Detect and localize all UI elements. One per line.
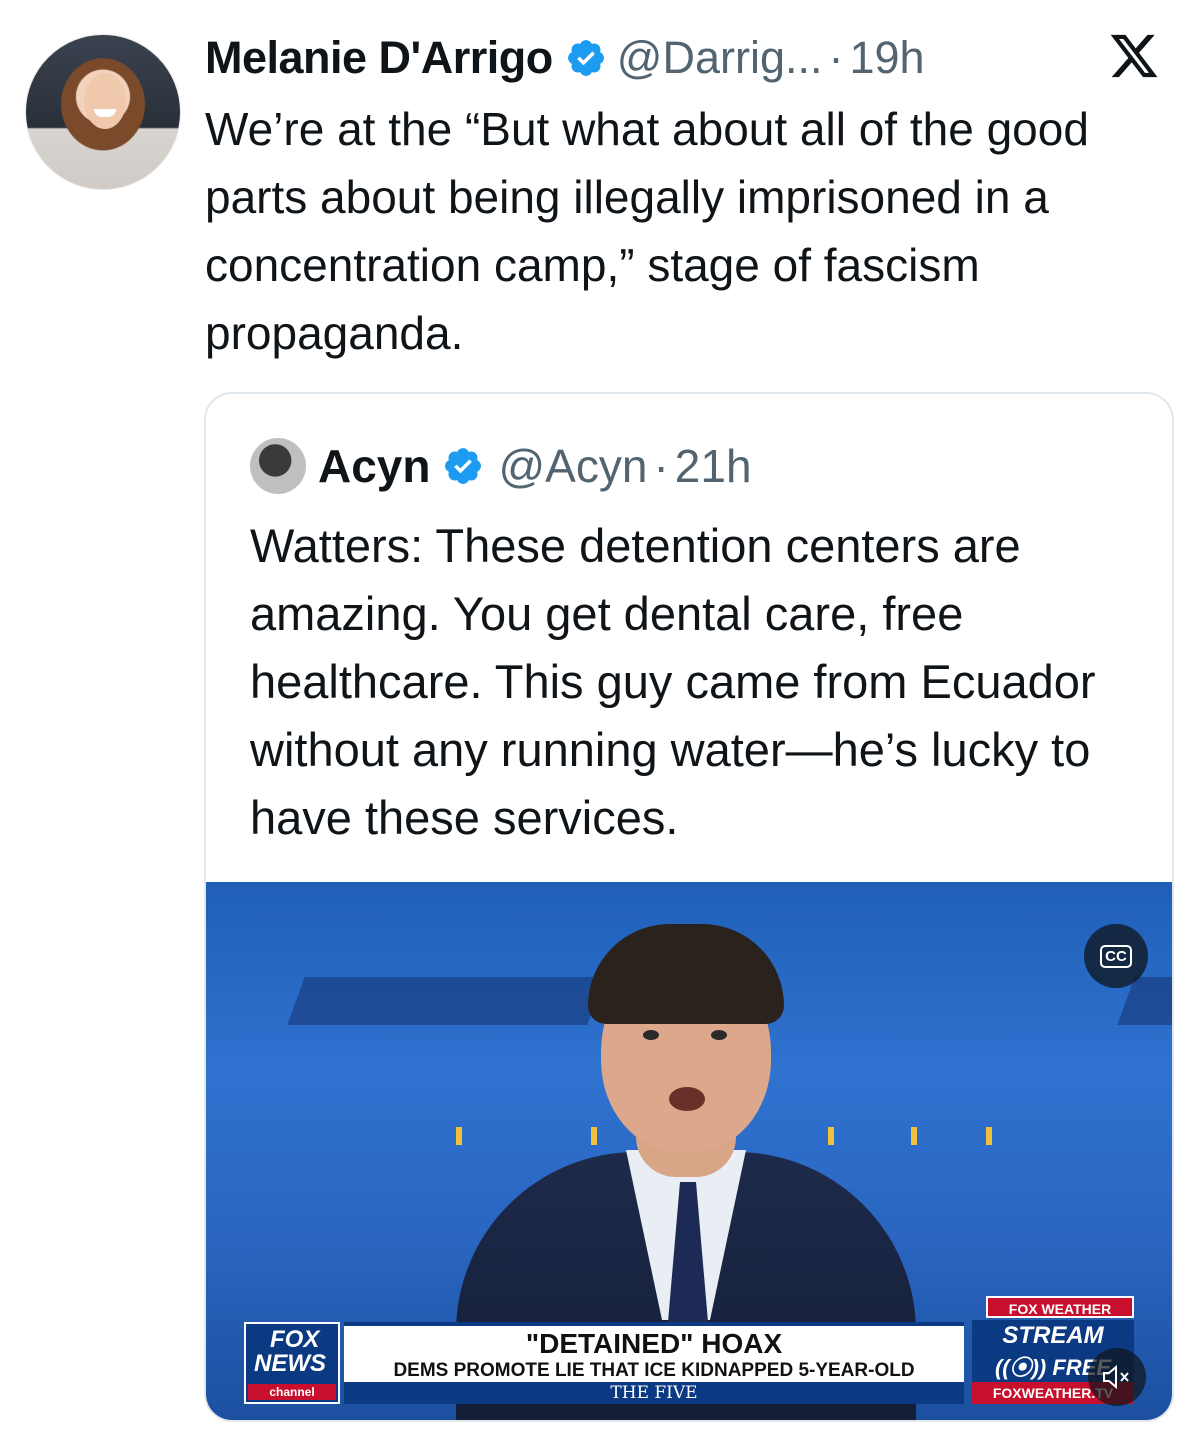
- verified-badge-icon: [445, 448, 482, 484]
- tweet-header: Melanie D'Arrigo @Darrig... · 19h: [205, 30, 1180, 86]
- mute-button[interactable]: [1088, 1348, 1146, 1406]
- closed-captions-icon: CC: [1100, 944, 1132, 968]
- anchor-eye: [643, 1030, 659, 1040]
- fox-news-logo: FOX NEWS channel: [244, 1322, 340, 1404]
- anchor-mouth: [669, 1087, 705, 1111]
- video-player[interactable]: CC FOX NEWS channel "DETAINED" HOAX DEMS…: [206, 882, 1172, 1420]
- x-logo-icon: [1110, 34, 1158, 78]
- show-name: THE FIVE: [344, 1382, 964, 1404]
- background-light: [986, 1127, 992, 1145]
- chyron-subheadline: DEMS PROMOTE LIE THAT ICE KIDNAPPED 5-YE…: [393, 1360, 915, 1381]
- quote-author-handle: @Acyn: [498, 440, 648, 492]
- mute-icon: [1103, 1364, 1129, 1390]
- quoted-tweet[interactable]: Acyn @Acyn · 21h Watters: These detentio…: [204, 392, 1174, 1422]
- author-name[interactable]: Melanie D'Arrigo: [205, 32, 553, 84]
- avatar-face: [84, 73, 126, 129]
- tweet-time[interactable]: 19h: [849, 32, 924, 84]
- background-light: [591, 1127, 597, 1145]
- chyron-headline: "DETAINED" HOAX: [525, 1328, 783, 1359]
- quote-author-avatar: [250, 438, 306, 494]
- background-light: [828, 1127, 834, 1145]
- verified-badge-icon: [567, 40, 604, 76]
- tweet-text: We’re at the “But what about all of the …: [205, 103, 1089, 359]
- closed-captions-button[interactable]: CC: [1084, 924, 1148, 988]
- quote-author-name: Acyn: [318, 440, 431, 492]
- separator-dot: ·: [653, 440, 669, 492]
- quote-text: Watters: These detention centers are ama…: [250, 519, 1096, 844]
- quote-time: 21h: [674, 440, 752, 492]
- author-avatar[interactable]: [25, 34, 181, 190]
- background-light: [911, 1127, 917, 1145]
- background-light: [456, 1127, 462, 1145]
- background-stripe: [287, 977, 605, 1025]
- quote-header: Acyn @Acyn · 21h: [250, 436, 752, 496]
- chyron: "DETAINED" HOAX DEMS PROMOTE LIE THAT IC…: [344, 1322, 964, 1404]
- author-handle[interactable]: @Darrig...: [617, 32, 823, 84]
- separator-dot: ·: [828, 32, 844, 83]
- anchor-hair: [588, 924, 784, 1024]
- news-ticker: FOX NEWS channel "DETAINED" HOAX DEMS PR…: [244, 1296, 1144, 1404]
- anchor-eye: [711, 1030, 727, 1040]
